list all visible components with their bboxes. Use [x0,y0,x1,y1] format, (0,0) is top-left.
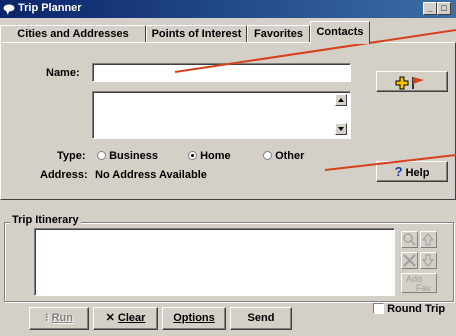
address-textarea[interactable] [92,91,351,139]
tab-cities-and-addresses[interactable]: Cities and Addresses [0,25,146,43]
window-title: Trip Planner [18,2,82,14]
address-label: Address: [40,169,88,181]
type-other-label: Other [275,150,305,162]
trip-planner-window: Trip Planner _ □ Cities and Addresses Po… [0,0,456,336]
name-field[interactable] [92,63,351,82]
delete-button[interactable] [401,252,418,269]
itinerary-list[interactable] [34,228,395,296]
options-label: Options [173,312,215,324]
type-business-option[interactable]: Business [97,150,158,162]
radio-other[interactable] [263,151,272,160]
clear-icon: ✕ [105,312,118,324]
scroll-down-button[interactable] [335,123,347,135]
type-home-option[interactable]: Home [188,150,231,162]
trip-itinerary-label: Trip Itinerary [10,214,81,226]
arrow-up-icon [338,98,344,102]
magnifier-icon [403,233,416,246]
globe-icon [3,4,15,15]
arrow-up-icon [421,233,435,246]
tab-favorites[interactable]: Favorites [247,25,310,43]
tab-contacts[interactable]: Contacts [310,21,370,44]
delete-x-icon [403,254,416,267]
clear-button[interactable]: ✕ Clear [93,307,158,330]
radio-business[interactable] [97,151,106,160]
radio-home[interactable] [188,151,197,160]
run-label: Run [51,312,73,324]
add-flag-icon [395,76,424,90]
add-fav-button[interactable]: Add Fav [401,273,437,293]
type-other-option[interactable]: Other [263,150,304,162]
help-label: Help [405,167,430,179]
zoom-in-icon[interactable] [401,231,418,248]
options-button[interactable]: Options [162,307,226,330]
arrow-down-icon [338,127,344,131]
tab-points-of-interest[interactable]: Points of Interest [146,25,247,43]
type-label: Type: [57,150,86,162]
round-trip-label: Round Trip [387,303,446,315]
scroll-up-button[interactable] [335,94,347,106]
restore-button[interactable]: □ [437,2,451,15]
address-status: No Address Available [95,169,207,181]
round-trip-checkbox[interactable] [373,303,384,314]
tab-strip: Cities and Addresses Points of Interest … [0,21,456,44]
arrow-down-icon [421,254,435,267]
help-button[interactable]: ? Help [376,161,448,182]
clear-label: Clear [117,312,146,324]
move-down-button[interactable] [420,252,437,269]
title-bar[interactable]: Trip Planner _ □ [0,0,456,18]
minimize-button[interactable]: _ [423,2,437,15]
add-to-trip-button[interactable] [376,71,448,92]
move-up-button[interactable] [420,231,437,248]
type-home-label: Home [200,150,231,162]
round-trip-option[interactable]: Round Trip [373,303,445,315]
send-label: Send [247,312,275,324]
run-button[interactable]: ⁝ Run [29,307,89,330]
send-button[interactable]: Send [230,307,292,330]
type-business-label: Business [109,150,158,162]
question-icon: ? [394,164,403,179]
add-fav-sub-label: Fav [416,283,432,293]
name-label: Name: [46,67,80,79]
